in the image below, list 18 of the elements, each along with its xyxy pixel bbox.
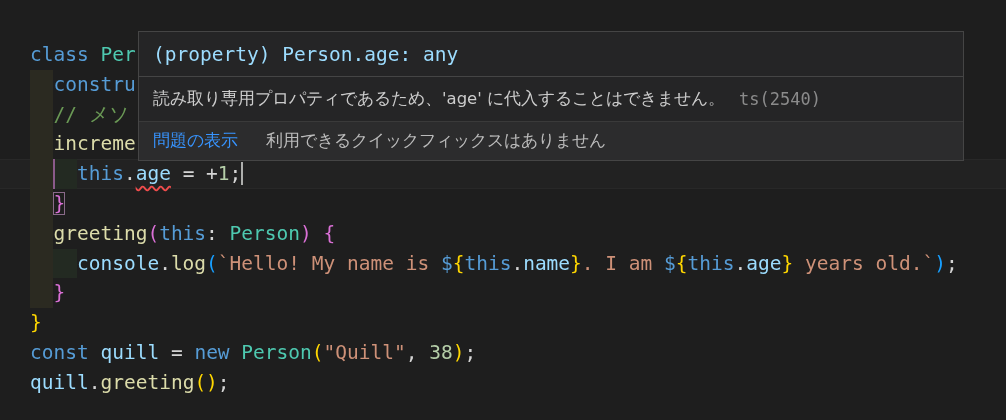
- type-signature: (property) Person.age: any: [139, 32, 963, 77]
- code-line: this.age = +1;: [76, 161, 242, 188]
- indent-guide: [53, 159, 77, 189]
- error-message: 読み取り専用プロパティであるため、'age' に代入することはできません。: [153, 88, 726, 110]
- error-code: ts(2540): [739, 89, 821, 109]
- code-line: }: [53, 280, 66, 307]
- code-line: quill.greeting();: [30, 369, 230, 396]
- view-problem-link[interactable]: 問題の表示: [153, 130, 238, 152]
- code-line: increme: [53, 131, 136, 158]
- code-line: constru: [53, 71, 136, 98]
- no-quick-fix-text: 利用できるクイックフィックスはありません: [266, 130, 606, 152]
- code-line: const quill = new Person("Quill", 38);: [30, 339, 477, 366]
- code-line: }: [53, 190, 66, 217]
- code-line: // メソ: [53, 101, 129, 128]
- code-line: greeting(this: Person) {: [53, 220, 336, 247]
- code-line: class Per: [30, 42, 136, 68]
- code-line: }: [30, 310, 42, 337]
- code-line: console.log(`Hello! My name is ${this.name}. I am ${this.age} years old.`);: [76, 250, 958, 277]
